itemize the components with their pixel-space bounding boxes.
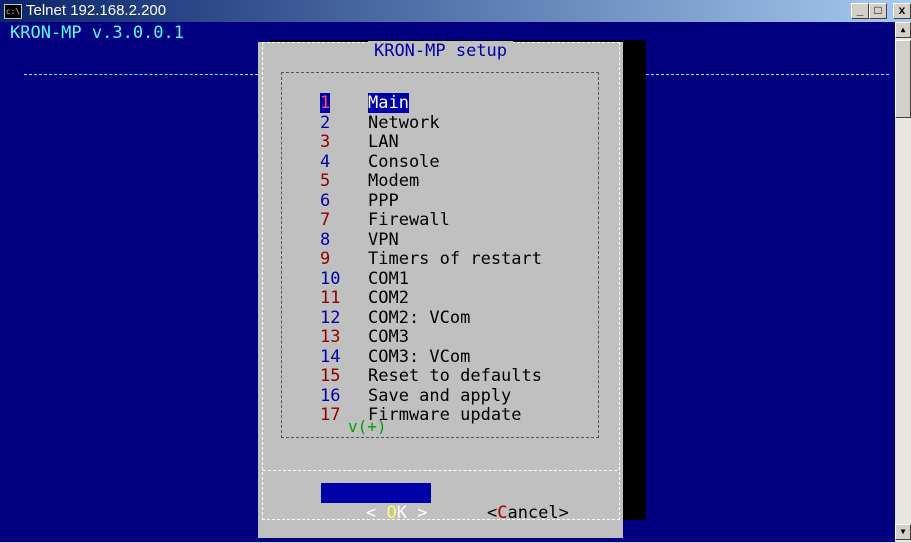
menu-item[interactable]: 5 Modem — [282, 171, 598, 191]
console-app-icon[interactable]: c:\ — [4, 4, 22, 19]
setup-dialog: KRON-MP setup 1 Main 2 Network 3 LAN 4 Console 5… — [258, 40, 623, 538]
menu-item[interactable]: 10 COM1 — [282, 269, 598, 289]
menu-item[interactable]: 14 COM3: VCom — [282, 347, 598, 367]
menu-item-label: Firmware update — [368, 405, 522, 425]
scroll-down-icon[interactable]: ▼ — [895, 524, 911, 540]
dialog-title: KRON-MP setup — [258, 40, 623, 62]
menu-item-label: Timers of restart — [368, 249, 542, 269]
menu-item-label: COM3 — [368, 327, 409, 347]
header-divider-left — [24, 74, 258, 75]
vertical-scrollbar[interactable]: ▲ ▼ — [895, 22, 911, 542]
menu-item-label: COM2 — [368, 288, 409, 308]
menu-item[interactable]: 2 Network — [282, 113, 598, 133]
scroll-thumb[interactable] — [895, 40, 911, 118]
minimize-button[interactable]: _ — [851, 3, 869, 19]
menu-item[interactable]: 1 Main — [282, 93, 598, 113]
menu-item[interactable]: 9 Timers of restart — [282, 249, 598, 269]
menu-item-number: 12 — [320, 307, 341, 328]
more-items-indicator: v(+) — [348, 417, 387, 436]
menu-item[interactable]: 16 Save and apply — [282, 386, 598, 406]
menu-item-number: 15 — [320, 366, 341, 386]
header-divider-right — [646, 74, 889, 75]
menu-item-number: 1 — [320, 93, 331, 113]
menu-item-number: 6 — [320, 190, 331, 211]
device-version-header: KRON-MP v.3.0.0.1 — [10, 23, 184, 43]
close-button[interactable]: x — [893, 3, 911, 19]
buttons-separator — [263, 470, 617, 471]
menu-item-number: 17 — [320, 405, 341, 425]
menu-item-label: Save and apply — [368, 385, 512, 406]
window-titlebar: c:\ Telnet 192.168.2.200 _ □ x — [0, 0, 911, 22]
menu-item-label: COM2: VCom — [368, 307, 471, 328]
menu-item-label: COM1 — [368, 268, 409, 289]
menu-item-number: 5 — [320, 171, 331, 191]
menu-item-label: LAN — [368, 132, 399, 152]
menu-item-label: Modem — [368, 171, 420, 191]
menu-item[interactable]: 12 COM2: VCom — [282, 308, 598, 328]
menu-item[interactable]: 13 COM3 — [282, 327, 598, 347]
menu-item-number: 11 — [320, 288, 341, 308]
menu-item[interactable]: 4 Console — [282, 152, 598, 172]
menu-item-label: Console — [368, 151, 440, 172]
menu-item-number: 8 — [320, 229, 331, 250]
menu-item[interactable]: 7 Firewall — [282, 210, 598, 230]
cancel-button[interactable]: <Cancel> — [446, 483, 569, 523]
menu-item-label: Reset to defaults — [368, 366, 542, 386]
menu-item-number: 10 — [320, 268, 341, 289]
maximize-button[interactable]: □ — [869, 3, 887, 19]
menu-item-number: 2 — [320, 112, 331, 133]
window-title: Telnet 192.168.2.200 — [26, 2, 167, 19]
menu-item-label: COM3: VCom — [368, 346, 471, 367]
menu-item[interactable]: 6 PPP — [282, 191, 598, 211]
menu-item[interactable]: 3 LAN — [282, 132, 598, 152]
menu-item-label: Main — [368, 93, 409, 113]
menu-item[interactable]: 17 Firmware update — [282, 405, 598, 425]
menu-item-label: VPN — [368, 229, 399, 250]
menu-item-number: 16 — [320, 385, 341, 406]
scroll-up-icon[interactable]: ▲ — [895, 22, 911, 38]
menu-item-label: PPP — [368, 190, 399, 211]
menu-item-number: 7 — [320, 210, 331, 230]
menu-item[interactable]: 11 COM2 — [282, 288, 598, 308]
menu-item-label: Network — [368, 112, 440, 133]
menu-item-label: Firewall — [368, 210, 450, 230]
menu-item-number: 14 — [320, 346, 341, 367]
menu-item[interactable]: 8 VPN — [282, 230, 598, 250]
menu-item-number: 3 — [320, 132, 331, 152]
menu-list: 1 Main 2 Network 3 LAN 4 Console 5 Modem 6 PPP 7 Fire… — [281, 72, 599, 438]
menu-item-number: 9 — [320, 249, 331, 269]
menu-item-number: 4 — [320, 151, 331, 172]
ok-button[interactable]: < OK > — [321, 483, 432, 523]
menu-item-number: 13 — [320, 327, 341, 347]
menu-item[interactable]: 15 Reset to defaults — [282, 366, 598, 386]
